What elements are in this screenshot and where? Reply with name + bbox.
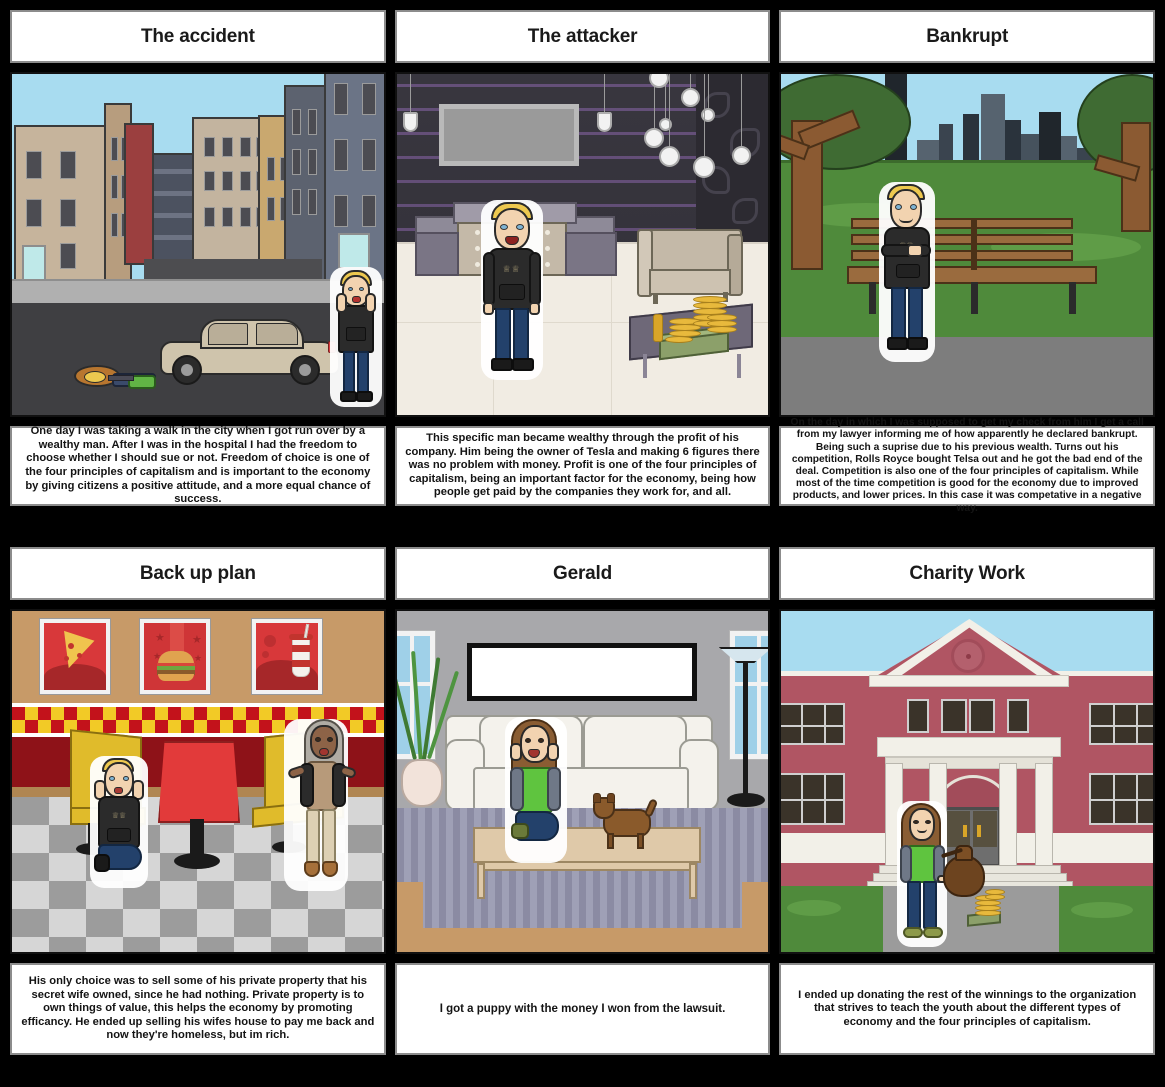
soda-cup-poster [251, 618, 323, 695]
character-kneeling-boy: ♕♕ [90, 756, 148, 888]
character-girl-donating [897, 801, 950, 947]
window-right-upper [1089, 703, 1154, 745]
building-left-beige [14, 125, 106, 285]
entablature-lower [877, 737, 1062, 757]
building-far-right [324, 74, 384, 285]
window-upper-4 [1007, 699, 1030, 733]
storyboard-cell-4[interactable]: Back up plan ★ ★ ★ ★ ♕♕ His only choice … [10, 547, 386, 1055]
entablature-upper [869, 675, 1070, 687]
cell-4-caption-box[interactable]: His only choice was to sell some of his … [10, 963, 386, 1055]
cell-2-title: The attacker [527, 25, 638, 47]
cell-4-illustration[interactable]: ★ ★ ★ ★ ♕♕ [10, 609, 386, 954]
character-excited-girl [504, 717, 567, 863]
scene-luxury-lounge: ♕♕ [396, 74, 769, 415]
wood-floor-left [396, 882, 423, 928]
cell-4-caption: His only choice was to sell some of his … [21, 974, 375, 1042]
column-4 [1035, 763, 1054, 867]
building-red [124, 123, 154, 265]
pizza-poster [39, 618, 111, 695]
cell-1-title: The accident [140, 25, 255, 47]
cell-6-caption-box[interactable]: I ended up donating the rest of the winn… [779, 963, 1156, 1055]
scene-city-street-accident [12, 74, 384, 415]
character-shocked-boy [330, 267, 382, 407]
storyboard: The accident One day I was taking a walk… [0, 0, 1165, 1087]
wood-floor-right [742, 882, 769, 928]
window-left-lower [781, 773, 846, 825]
burger-poster: ★ ★ ★ ★ [139, 618, 211, 695]
flat-screen-tv [438, 104, 579, 166]
cell-1-illustration[interactable] [10, 72, 386, 417]
cell-2-caption: This specific man became wealthy through… [405, 431, 760, 499]
building-right-dark [284, 85, 326, 285]
cell-6-illustration[interactable] [779, 609, 1156, 954]
storyboard-row-2: Back up plan ★ ★ ★ ★ ♕♕ His only choice … [0, 547, 1165, 1055]
cell-3-caption: On the day in which I was supposed to ge… [790, 417, 1144, 514]
cell-3-illustration[interactable]: ♕♕ [779, 72, 1156, 417]
window-upper-2 [941, 699, 968, 733]
scene-living-room [396, 611, 769, 952]
cell-1-title-box[interactable]: The accident [10, 10, 386, 63]
wood-floor-bottom [396, 928, 769, 952]
cell-2-illustration[interactable]: ♕♕ [394, 72, 771, 417]
cell-2-caption-box[interactable]: This specific man became wealthy through… [394, 426, 771, 506]
cell-5-caption-box[interactable]: I got a puppy with the money I won from … [394, 963, 771, 1055]
path [781, 337, 1154, 415]
storyboard-row-1: The accident One day I was taking a walk… [0, 10, 1165, 514]
cell-3-title-box[interactable]: Bankrupt [779, 10, 1156, 63]
storyboard-cell-2[interactable]: The attacker ♕♕ This specific man became… [394, 10, 771, 506]
window-right-lower [1089, 773, 1154, 825]
window-upper-1 [907, 699, 930, 733]
cell-6-title-box[interactable]: Charity Work [779, 547, 1156, 600]
storyboard-cell-5[interactable]: Gerald I got a puppy with the money I wo… [394, 547, 771, 1055]
cell-5-caption: I got a puppy with the money I won from … [439, 1002, 726, 1015]
cell-1-caption-box[interactable]: One day I was taking a walk in the city … [10, 425, 386, 506]
storyboard-cell-6[interactable]: Charity Work I ended up donating the res… [779, 547, 1156, 1055]
cell-5-title: Gerald [553, 562, 612, 584]
cornice [885, 757, 1054, 769]
cell-6-title: Charity Work [909, 562, 1025, 584]
window-upper-3 [969, 699, 996, 733]
character-angry-woman [284, 719, 358, 891]
cell-5-illustration[interactable] [394, 609, 771, 954]
character-bankrupt-man: ♕♕ [879, 182, 936, 362]
window-left-upper [781, 703, 846, 745]
storyboard-cell-1[interactable]: The accident One day I was taking a walk… [10, 10, 386, 506]
cell-3-caption-box[interactable]: On the day in which I was supposed to ge… [779, 417, 1156, 514]
cell-3-title: Bankrupt [926, 25, 1009, 47]
scene-institution-building [781, 611, 1154, 952]
character-wealthy-man: ♕♕ [480, 200, 543, 380]
cell-4-title: Back up plan [139, 562, 256, 584]
column-3 [999, 763, 1018, 867]
cell-1-caption: One day I was taking a walk in the city … [25, 425, 371, 506]
scene-city-park: ♕♕ [781, 74, 1154, 415]
cell-2-title-box[interactable]: The attacker [394, 10, 771, 63]
cell-5-title-box[interactable]: Gerald [394, 547, 771, 600]
cell-4-title-box[interactable]: Back up plan [10, 547, 386, 600]
blank-picture-frame [466, 643, 697, 701]
cell-6-caption: I ended up donating the rest of the winn… [798, 988, 1137, 1028]
storyboard-cell-3[interactable]: Bankrupt On the day in which I was suppo… [779, 10, 1156, 514]
scene-fast-food-diner: ★ ★ ★ ★ ♕♕ [12, 611, 384, 952]
